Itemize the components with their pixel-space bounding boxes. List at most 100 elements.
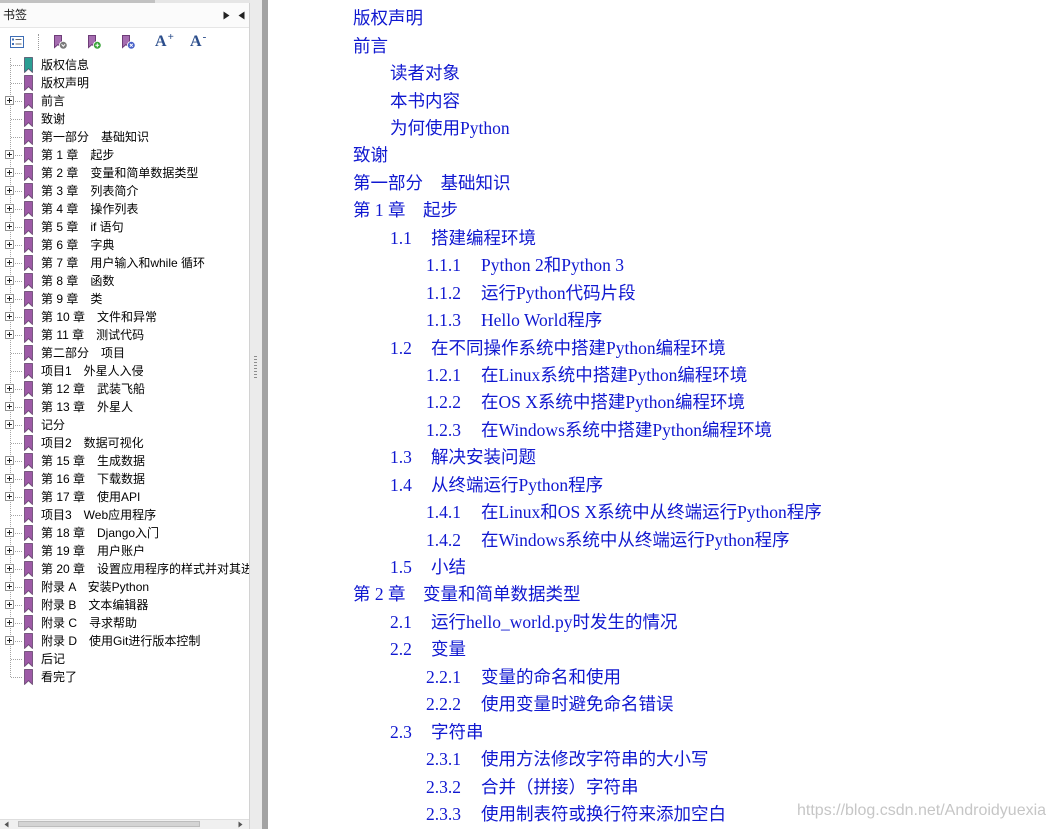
toc-entry[interactable]: 2.3.1 使用方法修改字符串的大小写 bbox=[268, 746, 1057, 773]
bookmark-item[interactable]: 第 11 章 测试代码 bbox=[0, 326, 249, 344]
toc-entry[interactable]: 1.1.1 Python 2和Python 3 bbox=[268, 252, 1057, 279]
bookmark-item[interactable]: 第 3 章 列表简介 bbox=[0, 182, 249, 200]
expand-plus-icon[interactable] bbox=[5, 222, 14, 231]
toc-entry[interactable]: 第一部分 基础知识 bbox=[268, 170, 1057, 197]
toc-entry[interactable]: 2.2.2 使用变量时避免命名错误 bbox=[268, 691, 1057, 718]
bookmark-item[interactable]: 版权声明 bbox=[0, 74, 249, 92]
bookmark-item[interactable]: 第 6 章 字典 bbox=[0, 236, 249, 254]
toc-entry[interactable]: 1.5 小结 bbox=[268, 554, 1057, 581]
bookmark-item[interactable]: 第 7 章 用户输入和while 循环 bbox=[0, 254, 249, 272]
toc-entry[interactable]: 1.2.3 在Windows系统中搭建Python编程环境 bbox=[268, 417, 1057, 444]
toc-entry[interactable]: 第 2 章 变量和简单数据类型 bbox=[268, 581, 1057, 608]
toc-entry[interactable]: 2.2.1 变量的命名和使用 bbox=[268, 664, 1057, 691]
bookmark-item[interactable]: 前言 bbox=[0, 92, 249, 110]
bookmark-item[interactable]: 第 1 章 起步 bbox=[0, 146, 249, 164]
bookmark-item[interactable]: 致谢 bbox=[0, 110, 249, 128]
bookmark-item[interactable]: 附录 C 寻求帮助 bbox=[0, 614, 249, 632]
expand-plus-icon[interactable] bbox=[5, 600, 14, 609]
expand-plus-icon[interactable] bbox=[5, 492, 14, 501]
bookmark-item[interactable]: 附录 B 文本编辑器 bbox=[0, 596, 249, 614]
bookmark-item[interactable]: 第 17 章 使用API bbox=[0, 488, 249, 506]
panel-collapse-arrow-icon[interactable] bbox=[238, 11, 245, 20]
panel-splitter[interactable] bbox=[250, 0, 262, 829]
toc-entry[interactable]: 1.3 解决安装问题 bbox=[268, 444, 1057, 471]
bookmark-item[interactable]: 记分 bbox=[0, 416, 249, 434]
bookmark-item[interactable]: 第 2 章 变量和简单数据类型 bbox=[0, 164, 249, 182]
expand-plus-icon[interactable] bbox=[5, 420, 14, 429]
expand-plus-icon[interactable] bbox=[5, 564, 14, 573]
toc-entry[interactable]: 1.2 在不同操作系统中搭建Python编程环境 bbox=[268, 335, 1057, 362]
bookmark-item[interactable]: 第 4 章 操作列表 bbox=[0, 200, 249, 218]
toc-entry[interactable]: 读者对象 bbox=[268, 60, 1057, 87]
scrollbar-thumb[interactable] bbox=[18, 821, 200, 827]
bookmark-item[interactable]: 附录 D 使用Git进行版本控制 bbox=[0, 632, 249, 650]
toc-entry[interactable]: 第 1 章 起步 bbox=[268, 197, 1057, 224]
toc-entry[interactable]: 2.3.2 合并（拼接）字符串 bbox=[268, 774, 1057, 801]
bookmark-item[interactable]: 后记 bbox=[0, 650, 249, 668]
toc-entry[interactable]: 2.3 字符串 bbox=[268, 719, 1057, 746]
bookmark-item[interactable]: 第 9 章 类 bbox=[0, 290, 249, 308]
expand-plus-icon[interactable] bbox=[5, 528, 14, 537]
expand-plus-icon[interactable] bbox=[5, 204, 14, 213]
toc-entry[interactable]: 版权声明 bbox=[268, 5, 1057, 32]
expand-plus-icon[interactable] bbox=[5, 636, 14, 645]
toc-entry[interactable]: 2.1 运行hello_world.py时发生的情况 bbox=[268, 609, 1057, 636]
scroll-left-arrow-icon[interactable] bbox=[4, 821, 9, 828]
expand-plus-icon[interactable] bbox=[5, 276, 14, 285]
delete-bookmark-icon[interactable] bbox=[120, 34, 136, 50]
expand-plus-icon[interactable] bbox=[5, 384, 14, 393]
horizontal-scrollbar[interactable] bbox=[0, 819, 249, 829]
toc-entry[interactable]: 1.4 从终端运行Python程序 bbox=[268, 472, 1057, 499]
bookmark-item[interactable]: 第 18 章 Django入门 bbox=[0, 524, 249, 542]
toc-entry[interactable]: 1.1.2 运行Python代码片段 bbox=[268, 280, 1057, 307]
expand-plus-icon[interactable] bbox=[5, 312, 14, 321]
bookmark-item[interactable]: 第 8 章 函数 bbox=[0, 272, 249, 290]
toc-entry[interactable]: 1.1.3 Hello World程序 bbox=[268, 307, 1057, 334]
decrease-font-size-button[interactable]: A- bbox=[190, 31, 206, 52]
toc-entry[interactable]: 2.2 变量 bbox=[268, 636, 1057, 663]
expand-plus-icon[interactable] bbox=[5, 96, 14, 105]
bookmark-item[interactable]: 看完了 bbox=[0, 668, 249, 686]
bookmark-item[interactable]: 第 10 章 文件和异常 bbox=[0, 308, 249, 326]
bookmark-item[interactable]: 版权信息 bbox=[0, 56, 249, 74]
panel-options-arrow-icon[interactable] bbox=[223, 11, 230, 20]
expand-plus-icon[interactable] bbox=[5, 240, 14, 249]
toc-entry[interactable]: 致谢 bbox=[268, 142, 1057, 169]
scroll-right-arrow-icon[interactable] bbox=[238, 821, 243, 828]
toc-entry[interactable]: 为何使用Python bbox=[268, 115, 1057, 142]
bookmark-item[interactable]: 第 20 章 设置应用程序的样式并对其进 bbox=[0, 560, 249, 578]
toc-entry[interactable]: 1.2.2 在OS X系统中搭建Python编程环境 bbox=[268, 389, 1057, 416]
toc-entry[interactable]: 1.2.1 在Linux系统中搭建Python编程环境 bbox=[268, 362, 1057, 389]
bookmark-item[interactable]: 项目2 数据可视化 bbox=[0, 434, 249, 452]
expand-plus-icon[interactable] bbox=[5, 546, 14, 555]
bookmark-item[interactable]: 第 16 章 下载数据 bbox=[0, 470, 249, 488]
bookmark-item[interactable]: 项目3 Web应用程序 bbox=[0, 506, 249, 524]
expand-plus-icon[interactable] bbox=[5, 294, 14, 303]
expand-plus-icon[interactable] bbox=[5, 456, 14, 465]
expand-plus-icon[interactable] bbox=[5, 258, 14, 267]
expand-plus-icon[interactable] bbox=[5, 474, 14, 483]
add-bookmark-icon[interactable] bbox=[86, 34, 102, 50]
toc-entry[interactable]: 前言 bbox=[268, 33, 1057, 60]
bookmark-item[interactable]: 第一部分 基础知识 bbox=[0, 128, 249, 146]
splitter-grip[interactable] bbox=[254, 356, 257, 380]
bookmark-item[interactable]: 第 13 章 外星人 bbox=[0, 398, 249, 416]
bookmark-item[interactable]: 第 15 章 生成数据 bbox=[0, 452, 249, 470]
toc-entry[interactable]: 本书内容 bbox=[268, 88, 1057, 115]
bookmark-item[interactable]: 第二部分 项目 bbox=[0, 344, 249, 362]
bookmark-item[interactable]: 项目1 外星人入侵 bbox=[0, 362, 249, 380]
toc-entry[interactable]: 1.1 搭建编程环境 bbox=[268, 225, 1057, 252]
bookmark-item[interactable]: 附录 A 安装Python bbox=[0, 578, 249, 596]
expand-plus-icon[interactable] bbox=[5, 402, 14, 411]
increase-font-size-button[interactable]: A+ bbox=[155, 31, 174, 52]
expand-plus-icon[interactable] bbox=[5, 330, 14, 339]
bookmark-item[interactable]: 第 12 章 武装飞船 bbox=[0, 380, 249, 398]
expand-plus-icon[interactable] bbox=[5, 618, 14, 627]
expand-plus-icon[interactable] bbox=[5, 186, 14, 195]
bookmark-item[interactable]: 第 5 章 if 语句 bbox=[0, 218, 249, 236]
bookmark-list-icon[interactable] bbox=[9, 34, 25, 50]
expand-plus-icon[interactable] bbox=[5, 168, 14, 177]
expand-plus-icon[interactable] bbox=[5, 150, 14, 159]
toc-entry[interactable]: 1.4.2 在Windows系统中从终端运行Python程序 bbox=[268, 527, 1057, 554]
bookmark-item[interactable]: 第 19 章 用户账户 bbox=[0, 542, 249, 560]
